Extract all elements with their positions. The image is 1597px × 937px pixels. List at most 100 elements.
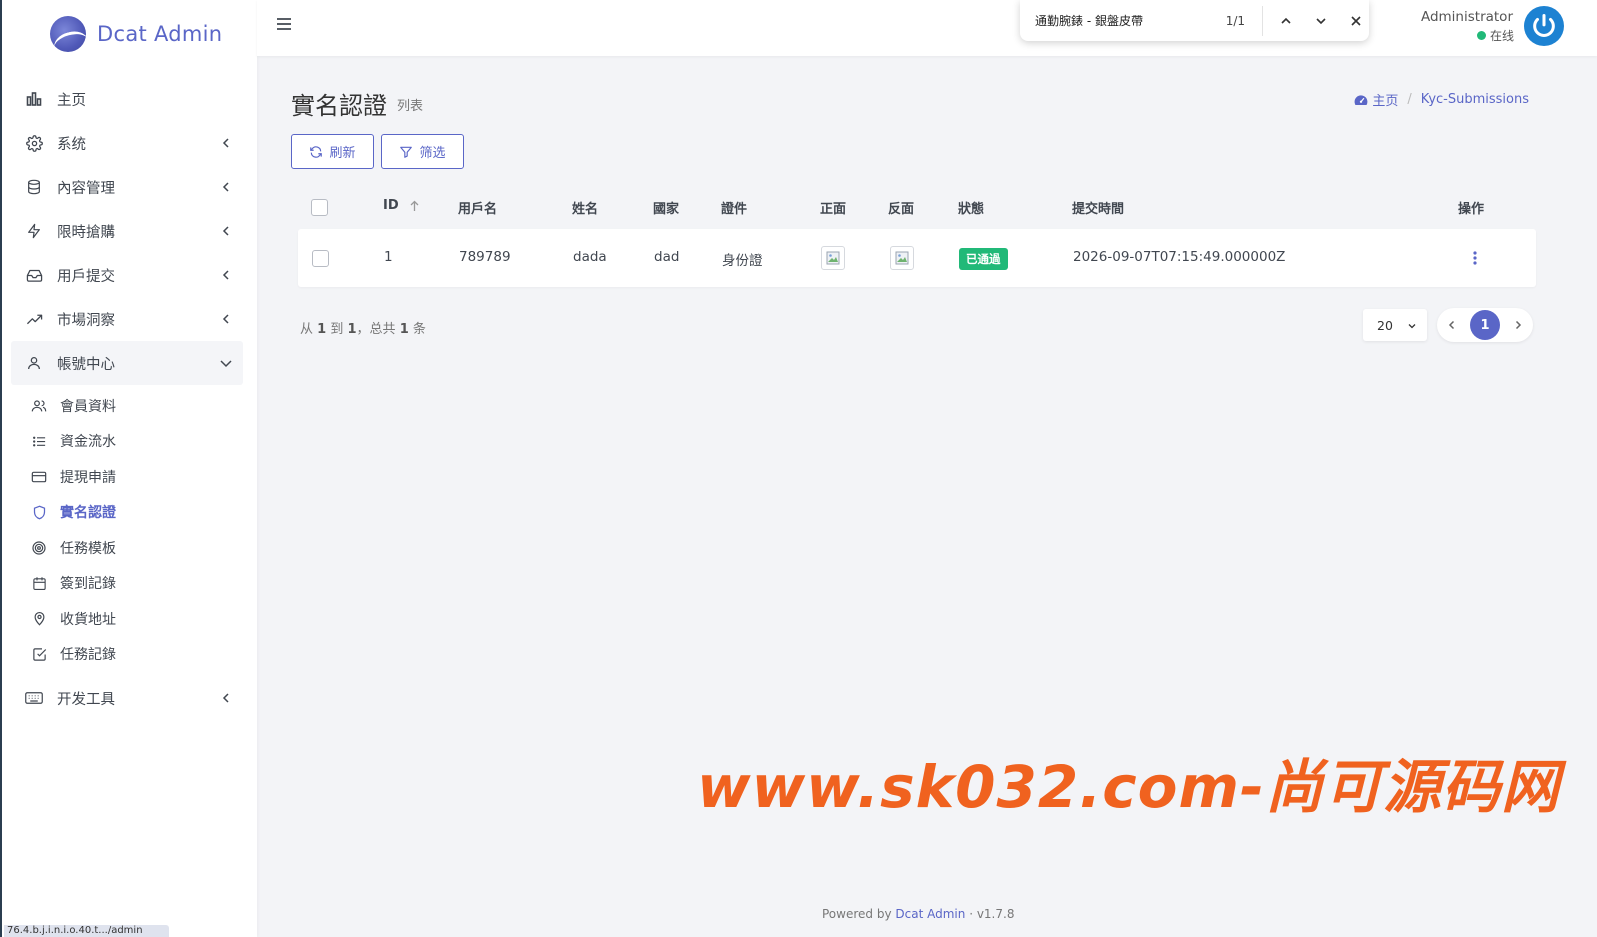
chevron-left-icon <box>219 136 233 150</box>
page-title: 實名認證 <box>291 92 387 120</box>
sidebar-subitem-addresses[interactable]: 收貨地址 <box>2 601 257 637</box>
per-page-select[interactable]: 20 <box>1363 309 1427 341</box>
find-input[interactable]: 通勤腕錶 - 銀盤皮帶 <box>1035 12 1205 29</box>
sidebar-item-user-submissions[interactable]: 用戶提交 <box>2 253 257 297</box>
broken-image-icon <box>826 251 840 265</box>
user-status: 在线 <box>1476 27 1514 44</box>
column-id[interactable]: ID <box>383 198 419 213</box>
column-back: 反面 <box>888 202 915 217</box>
online-dot-icon <box>1476 31 1486 40</box>
sidebar-subitem-label: 任務記錄 <box>60 647 116 664</box>
sidebar-item-label: 用戶提交 <box>57 268 115 285</box>
sidebar-subitem-label: 會員資料 <box>60 398 116 415</box>
sidebar-subitem-fund-flow[interactable]: 資金流水 <box>2 424 257 460</box>
sidebar-subitem-label: 提現申請 <box>60 469 116 486</box>
sidebar-subitem-withdrawals[interactable]: 提現申請 <box>2 459 257 495</box>
lightning-icon <box>25 222 43 240</box>
refresh-label: 刷新 <box>329 146 356 161</box>
gear-icon <box>25 134 43 152</box>
sidebar-item-account-center[interactable]: 帳號中心 <box>11 341 243 385</box>
target-icon <box>31 540 47 556</box>
trending-up-icon <box>25 310 43 328</box>
sidebar-subitem-label: 任務模板 <box>60 540 116 557</box>
calendar-icon <box>31 575 47 591</box>
next-page-button[interactable] <box>1513 320 1523 330</box>
breadcrumb-home[interactable]: 主页 <box>1372 90 1398 109</box>
sidebar-subitem-task-templates[interactable]: 任務模板 <box>2 530 257 566</box>
list-icon <box>31 433 47 449</box>
users-icon <box>31 398 47 414</box>
status-badge: 已通過 <box>959 248 1008 270</box>
chevron-left-icon <box>219 268 233 282</box>
sidebar-subitem-label: 收貨地址 <box>60 611 116 628</box>
find-prev-button[interactable] <box>1274 9 1298 33</box>
sidebar-item-market-insight[interactable]: 市場洞察 <box>2 297 257 341</box>
per-page-value: 20 <box>1377 317 1393 333</box>
map-pin-icon <box>31 611 47 627</box>
user-name[interactable]: Administrator <box>1421 9 1513 25</box>
brand-logo-icon <box>50 16 86 52</box>
column-status: 狀態 <box>958 202 985 217</box>
sidebar-subitem-task-records[interactable]: 任務記錄 <box>2 637 257 673</box>
table-header: ID 用戶名 姓名 國家 證件 正面 反面 狀態 提交時間 操作 <box>291 187 1542 225</box>
topbar: Administrator 在线 <box>257 0 1597 56</box>
column-document: 證件 <box>721 202 748 217</box>
breadcrumb-current: Kyc-Submissions <box>1420 92 1529 107</box>
footer-link[interactable]: Dcat Admin <box>895 907 965 921</box>
breadcrumb: 主页 / Kyc-Submissions <box>1354 90 1529 109</box>
sidebar-item-label: 限時搶購 <box>57 224 115 241</box>
filter-button[interactable]: 筛选 <box>381 134 464 169</box>
find-bar: 通勤腕錶 - 銀盤皮帶 1/1 <box>1020 0 1369 41</box>
column-username: 用戶名 <box>458 202 498 217</box>
sidebar-subitem-members[interactable]: 會員資料 <box>2 388 257 424</box>
find-next-button[interactable] <box>1309 9 1333 33</box>
sidebar-subitem-label: 簽到記錄 <box>60 576 116 593</box>
avatar[interactable] <box>1524 6 1564 46</box>
sidebar-item-system[interactable]: 系统 <box>2 121 257 165</box>
refresh-button[interactable]: 刷新 <box>291 134 374 169</box>
column-front: 正面 <box>820 202 847 217</box>
page-button-current[interactable]: 1 <box>1470 310 1500 340</box>
sidebar-subitem-kyc[interactable]: 實名認證 <box>2 495 257 531</box>
user-icon <box>25 354 43 372</box>
select-all-checkbox[interactable] <box>311 199 328 216</box>
find-divider <box>1262 5 1263 36</box>
pagination: 1 <box>1437 308 1533 342</box>
brand[interactable]: Dcat Admin <box>2 0 257 68</box>
sidebar-item-flash-sale[interactable]: 限時搶購 <box>2 209 257 253</box>
main-content: 實名認證 列表 主页 / Kyc-Submissions 刷新 筛选 ID 用戶… <box>257 56 1597 937</box>
footer-powered-by: Powered by <box>822 907 892 921</box>
back-image-thumbnail[interactable] <box>890 246 914 270</box>
chevron-right-icon <box>1515 320 1522 330</box>
sidebar-item-dev-tools[interactable]: 开发工具 <box>2 676 257 720</box>
row-actions-kebab-icon[interactable] <box>1470 250 1480 266</box>
cell-document: 身份證 <box>722 253 763 269</box>
table-row[interactable]: 1 789789 dada dad 身份證 已通過 2026-09-07T07:… <box>298 229 1536 287</box>
sidebar-item-home[interactable]: 主页 <box>2 77 257 121</box>
watermark-text: www.sk032.com-尚可源码网 <box>697 753 1561 821</box>
menu-toggle-icon[interactable] <box>276 16 292 32</box>
sort-arrow-up-icon[interactable] <box>410 200 419 212</box>
refresh-icon <box>309 145 323 159</box>
prev-page-button[interactable] <box>1447 320 1457 330</box>
page-subtitle: 列表 <box>397 99 424 114</box>
footer: Powered by Dcat Admin · v1.7.8 <box>822 907 1014 921</box>
sidebar-nav: 主页 系统 內容管理 限時搶購 用戶提交 市場洞察 帳號中心 會員資料 資金流水… <box>2 77 257 720</box>
column-actions: 操作 <box>1458 202 1485 217</box>
pagination-summary: 从 1 到 1，总共 1 条 <box>300 322 426 337</box>
chevron-left-icon <box>219 691 233 705</box>
chevron-left-icon <box>219 180 233 194</box>
chevron-up-icon <box>1281 17 1291 24</box>
front-image-thumbnail[interactable] <box>821 246 845 270</box>
sidebar-item-content[interactable]: 內容管理 <box>2 165 257 209</box>
chevron-left-icon <box>219 312 233 326</box>
sidebar-item-label: 內容管理 <box>57 180 115 197</box>
cell-name: dada <box>573 249 607 265</box>
find-close-button[interactable] <box>1344 9 1368 33</box>
cell-submitted-at: 2026-09-07T07:15:49.000000Z <box>1073 249 1286 265</box>
sidebar-subitem-checkins[interactable]: 簽到記錄 <box>2 566 257 602</box>
sidebar-item-label: 主页 <box>57 92 86 109</box>
row-checkbox[interactable] <box>312 250 329 267</box>
sidebar-subitem-label: 實名認證 <box>60 505 116 522</box>
bar-chart-icon <box>25 90 43 108</box>
